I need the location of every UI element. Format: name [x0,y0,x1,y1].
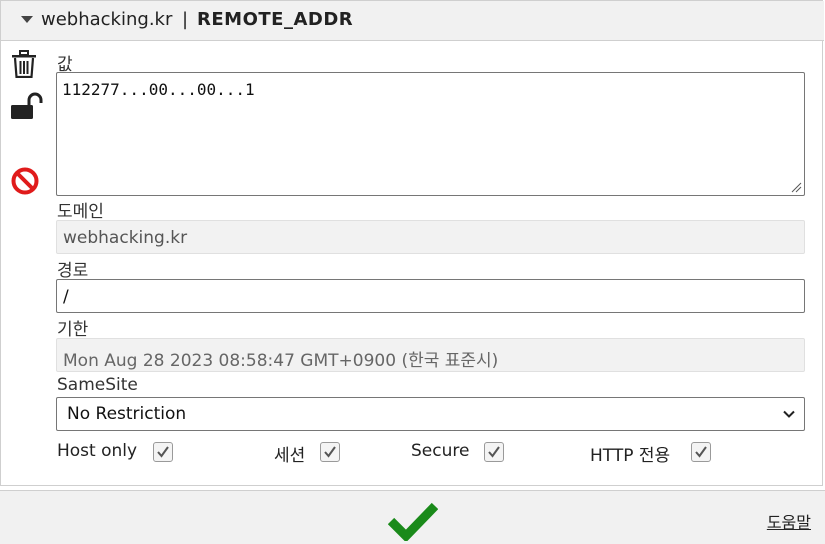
collapse-caret-icon[interactable] [21,16,33,23]
checkmark-icon [157,446,169,458]
samesite-selected-value: No Restriction [67,404,187,424]
help-link[interactable]: 도움말 [767,509,811,533]
http-only-label: HTTP 전용 [590,446,671,466]
samesite-label: SameSite [57,375,138,395]
domain-label: 도메인 [57,202,104,222]
checkmark-icon [488,446,500,458]
footer-bar: 도움말 [0,490,825,544]
expiry-field: Mon Aug 28 2023 08:58:47 GMT+0900 (한국 표준… [56,338,805,372]
samesite-select[interactable]: No Restriction [56,397,805,431]
checkmark-icon [695,446,707,458]
cookie-name-title: REMOTE_ADDR [197,9,354,30]
trash-icon[interactable] [11,50,37,78]
value-textarea[interactable]: 112277...00...00...1 [56,72,805,196]
cookie-editor-panel: webhacking.kr | REMOTE_ADDR 값 112277...0… [0,0,824,486]
title-separator: | [182,9,189,30]
secure-checkbox[interactable] [484,442,504,462]
checkmark-icon [324,446,336,458]
secure-label: Secure [411,441,470,461]
path-label: 경로 [57,261,89,281]
domain-field: webhacking.kr [56,220,805,254]
session-label: 세션 [274,446,306,466]
chevron-down-icon [783,410,795,418]
value-text: 112277...00...00...1 [62,80,255,99]
cookie-header[interactable]: webhacking.kr | REMOTE_ADDR [1,1,824,41]
resize-grip-icon[interactable] [790,181,802,193]
http-only-checkbox[interactable] [691,442,711,462]
cookie-domain-title: webhacking.kr [41,9,173,30]
save-checkmark-icon[interactable] [388,501,438,541]
session-checkbox[interactable] [320,442,340,462]
expiry-label: 기한 [57,320,89,340]
unlock-icon[interactable] [10,92,44,120]
block-icon[interactable] [11,167,39,195]
path-field[interactable]: / [56,279,805,313]
host-only-checkbox[interactable] [153,442,173,462]
host-only-label: Host only [57,441,138,461]
